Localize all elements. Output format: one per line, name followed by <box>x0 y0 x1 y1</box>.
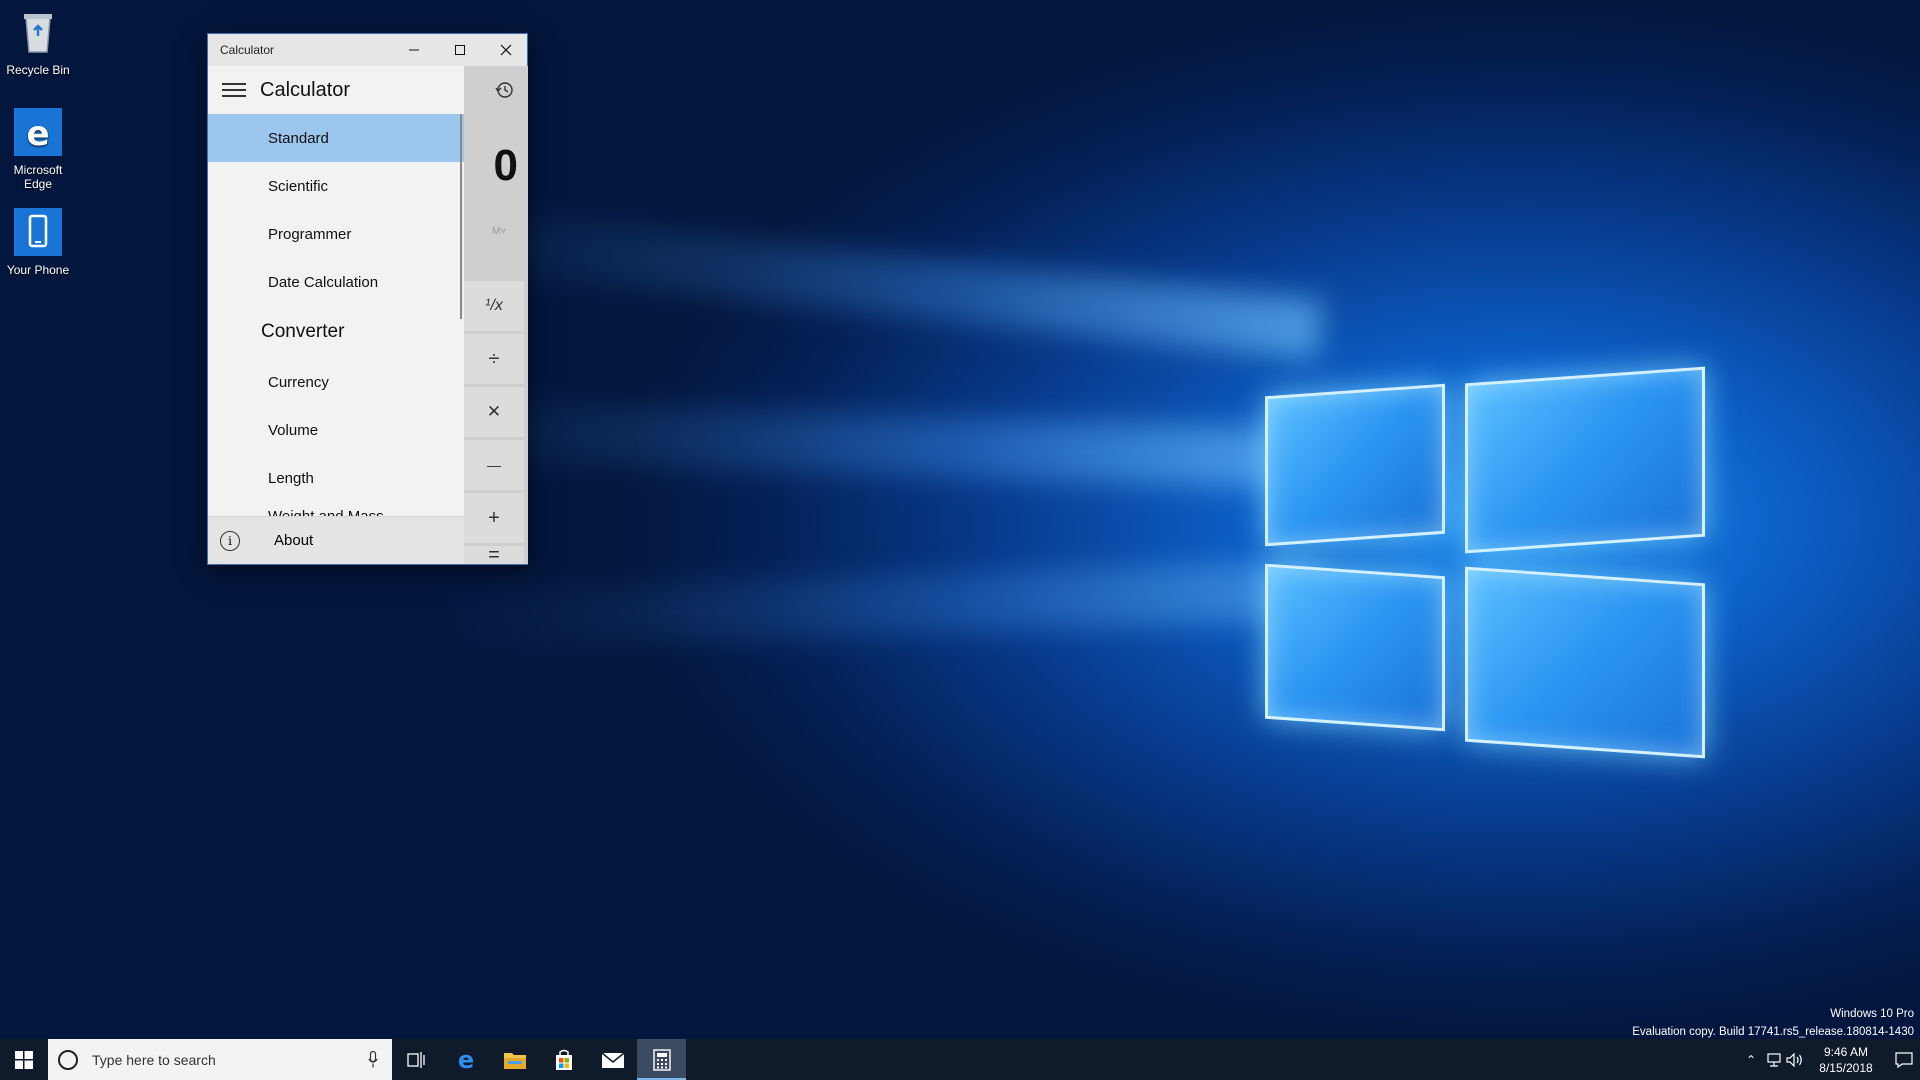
wallpaper-beam <box>419 560 1322 652</box>
store-icon <box>555 1049 572 1070</box>
taskbar-calculator[interactable] <box>637 1039 686 1080</box>
about-label: About <box>274 532 314 549</box>
taskbar: Type here to search e ⌃ 9:46 AM 8/15/201… <box>0 1039 1920 1080</box>
calculator-icon <box>652 1048 671 1071</box>
desktop-icon-your-phone[interactable]: Your Phone <box>0 208 76 277</box>
divide-button[interactable]: ÷ <box>464 334 524 384</box>
nav-item-length[interactable]: Length <box>208 454 464 502</box>
taskbar-clock[interactable]: 9:46 AM 8/15/2018 <box>1806 1044 1886 1076</box>
recycle-bin-icon <box>24 14 52 53</box>
edge-icon: e <box>14 108 62 156</box>
desktop-icon-recycle-bin[interactable]: Recycle Bin <box>0 8 76 77</box>
svg-text:e: e <box>26 114 49 154</box>
nav-scrollbar[interactable] <box>460 114 462 319</box>
add-button[interactable]: + <box>464 493 524 543</box>
task-view-button[interactable] <box>392 1039 441 1080</box>
edge-icon: e <box>457 1048 473 1072</box>
nav-header: Calculator <box>208 66 464 114</box>
equals-button[interactable]: = <box>464 544 524 566</box>
minimize-icon <box>409 49 419 51</box>
file-explorer-icon <box>503 1052 526 1069</box>
watermark-edition: Windows 10 Pro <box>1830 1008 1914 1020</box>
windows-logo-wallpaper <box>1265 340 1705 790</box>
microphone-icon[interactable] <box>368 1051 378 1068</box>
nav-item-date-calculation[interactable]: Date Calculation <box>208 258 464 306</box>
reciprocal-button[interactable]: ¹/x <box>464 281 524 331</box>
memory-indicator: M˅ <box>492 226 507 237</box>
minimize-button[interactable] <box>391 34 437 66</box>
nav-item-scientific[interactable]: Scientific <box>208 162 464 210</box>
title-bar[interactable]: Calculator <box>208 34 527 66</box>
windows-start-icon <box>15 1050 33 1069</box>
result-display: 0 <box>493 141 518 190</box>
navigation-pane: Calculator Standard Scientific Programme… <box>208 66 464 564</box>
window-title: Calculator <box>220 43 275 57</box>
close-icon <box>500 44 512 56</box>
wallpaper-beam <box>419 398 1322 490</box>
calculator-window: Calculator 0 M˅ ¹/x ÷ ✕ — + = Calculator… <box>207 33 528 566</box>
clock-time: 9:46 AM <box>1823 1044 1869 1059</box>
about-button[interactable]: i About <box>208 516 464 564</box>
taskbar-edge[interactable]: e <box>441 1039 490 1080</box>
volume-icon[interactable] <box>1784 1052 1806 1068</box>
wallpaper-beam <box>421 206 1324 360</box>
network-icon[interactable] <box>1762 1052 1784 1068</box>
close-button[interactable] <box>483 34 529 66</box>
clock-date: 8/15/2018 <box>1819 1060 1873 1075</box>
search-placeholder: Type here to search <box>92 1051 216 1068</box>
info-icon: i <box>220 530 240 551</box>
phone-icon <box>14 208 62 256</box>
taskbar-file-explorer[interactable] <box>490 1039 539 1080</box>
mail-icon <box>601 1051 624 1068</box>
nav-item-volume[interactable]: Volume <box>208 406 464 454</box>
system-tray: ⌃ 9:46 AM 8/15/2018 <box>1740 1039 1920 1080</box>
windows-watermark: Windows 10 Pro Evaluation copy. Build 17… <box>1632 1005 1914 1041</box>
maximize-button[interactable] <box>437 34 483 66</box>
nav-item-currency[interactable]: Currency <box>208 358 464 406</box>
hamburger-menu-icon[interactable] <box>222 79 246 101</box>
desktop-icon-label: Recycle Bin <box>6 63 70 77</box>
taskbar-search[interactable]: Type here to search <box>48 1039 392 1080</box>
subtract-button[interactable]: — <box>464 440 524 490</box>
nav-item-programmer[interactable]: Programmer <box>208 210 464 258</box>
nav-title: Calculator <box>260 78 351 101</box>
desktop-icon-label: Your Phone <box>6 263 70 277</box>
task-view-icon <box>406 1051 425 1068</box>
start-button[interactable] <box>0 1039 48 1080</box>
action-center-icon[interactable] <box>1886 1051 1920 1069</box>
taskbar-mail[interactable] <box>588 1039 637 1080</box>
calculator-panel: 0 M˅ ¹/x ÷ ✕ — + = <box>464 66 528 566</box>
svg-text:e: e <box>457 1048 473 1072</box>
show-hidden-icons-chevron-icon[interactable]: ⌃ <box>1740 1053 1762 1067</box>
desktop-icon-label: Microsoft Edge <box>13 163 63 191</box>
history-icon[interactable] <box>494 80 514 100</box>
multiply-button[interactable]: ✕ <box>464 387 524 437</box>
converter-section-header: Converter <box>261 321 345 342</box>
taskbar-store[interactable] <box>539 1039 588 1080</box>
desktop-icon-edge[interactable]: e Microsoft Edge <box>0 108 76 191</box>
maximize-icon <box>455 45 465 55</box>
cortana-icon <box>58 1049 78 1070</box>
nav-item-standard[interactable]: Standard <box>208 114 464 162</box>
